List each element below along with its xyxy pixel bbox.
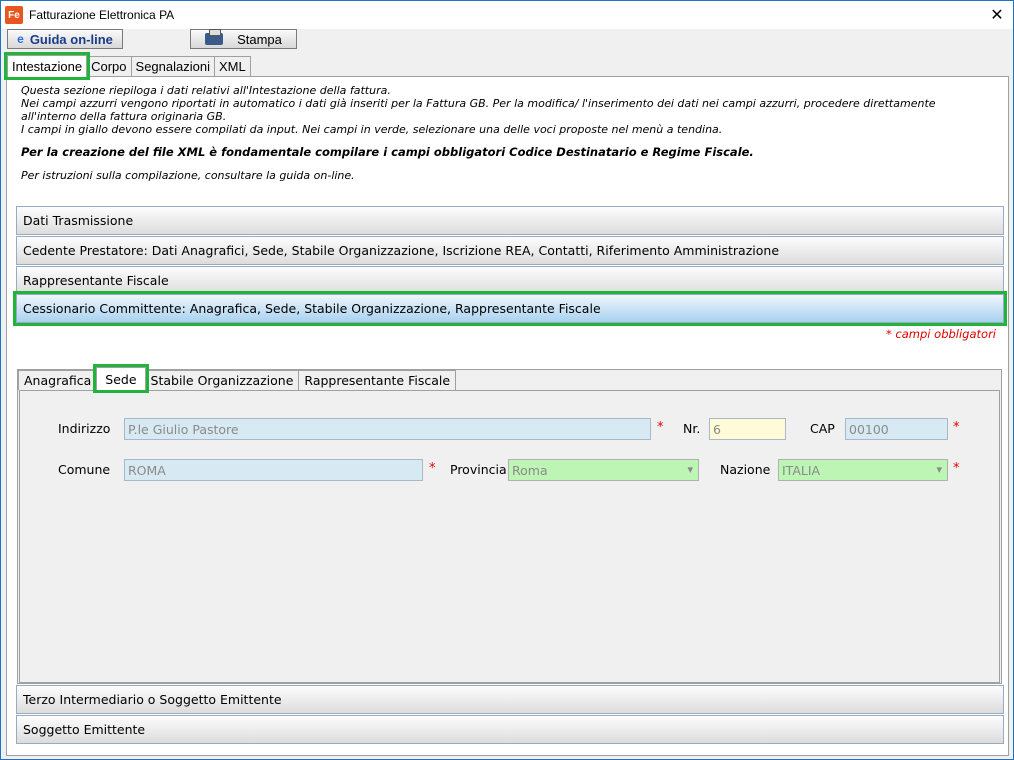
info-text: Questa sezione riepiloga i dati relativi…	[21, 84, 981, 182]
guida-online-button[interactable]: e Guida on-line	[7, 29, 123, 49]
info-line-3: I campi in giallo devono essere compilat…	[21, 123, 723, 136]
main-tabs: Intestazione Corpo Segnalazioni XML	[3, 52, 251, 80]
browser-icon: e	[17, 32, 24, 46]
app-icon: Fe	[5, 6, 23, 24]
tab-sede[interactable]: Sede	[93, 364, 149, 393]
cap-field[interactable]: 00100	[845, 418, 948, 440]
indirizzo-field[interactable]: P.le Giulio Pastore	[124, 418, 651, 440]
cap-label: CAP	[810, 421, 835, 436]
comune-field[interactable]: ROMA	[124, 459, 423, 481]
tab-anagrafica[interactable]: Anagrafica	[18, 370, 98, 390]
sede-form: Indirizzo P.le Giulio Pastore * Nr. 6 CA…	[19, 390, 1000, 683]
tab-stabile-organizzazione[interactable]: Stabile Organizzazione	[144, 370, 300, 390]
info-bold: Per la creazione del file XML è fondamen…	[21, 145, 754, 159]
section-cessionario-committente[interactable]: Cessionario Committente: Anagrafica, Sed…	[13, 291, 1007, 326]
provincia-label: Provincia	[450, 462, 507, 477]
tab-segnalazioni[interactable]: Segnalazioni	[130, 56, 215, 76]
nr-label: Nr.	[683, 421, 701, 436]
main-window: Fe Fatturazione Elettronica PA ✕ e Guida…	[0, 0, 1014, 760]
section-terzo-intermediario[interactable]: Terzo Intermediario o Soggetto Emittente	[16, 685, 1004, 714]
close-icon[interactable]: ✕	[987, 5, 1007, 25]
provincia-select[interactable]: Roma	[508, 459, 699, 481]
guida-online-label: Guida on-line	[29, 31, 113, 47]
title-bar: Fe Fatturazione Elettronica PA ✕	[1, 1, 1013, 29]
nazione-required-mark: *	[953, 461, 960, 476]
section-soggetto-emittente[interactable]: Soggetto Emittente	[16, 715, 1004, 744]
nazione-label: Nazione	[720, 462, 771, 477]
nr-field[interactable]: 6	[709, 418, 786, 440]
comune-required-mark: *	[429, 461, 436, 476]
comune-label: Comune	[58, 462, 111, 477]
indirizzo-label: Indirizzo	[58, 421, 111, 436]
info-line-2: Nei campi azzurri vengono riportati in a…	[21, 97, 936, 123]
sub-tabs: Anagrafica Sede Stabile Organizzazione R…	[18, 364, 457, 393]
tab-corpo[interactable]: Corpo	[86, 56, 132, 76]
required-fields-note: * campi obbligatori	[886, 327, 996, 341]
stampa-button[interactable]: Stampa	[190, 29, 297, 49]
section-cedente-prestatore[interactable]: Cedente Prestatore: Dati Anagrafici, Sed…	[16, 236, 1004, 265]
info-last: Per istruzioni sulla compilazione, consu…	[21, 169, 355, 182]
cessionario-panel: Anagrafica Sede Stabile Organizzazione R…	[17, 364, 1002, 684]
intestazione-panel: Questa sezione riepiloga i dati relativi…	[6, 76, 1009, 756]
info-line-1: Questa sezione riepiloga i dati relativi…	[21, 84, 391, 97]
window-title: Fatturazione Elettronica PA	[29, 8, 175, 22]
tab-rappresentante-fiscale[interactable]: Rappresentante Fiscale	[298, 370, 457, 390]
tab-xml[interactable]: XML	[213, 56, 251, 76]
section-rappresentante-fiscale[interactable]: Rappresentante Fiscale	[16, 266, 1004, 295]
section-dati-trasmissione[interactable]: Dati Trasmissione	[16, 206, 1004, 235]
stampa-label: Stampa	[237, 31, 282, 47]
cap-required-mark: *	[953, 420, 960, 435]
indirizzo-required-mark: *	[657, 420, 664, 435]
tab-intestazione[interactable]: Intestazione	[3, 52, 91, 80]
printer-icon	[205, 29, 224, 45]
nazione-select[interactable]: ITALIA	[778, 459, 948, 481]
